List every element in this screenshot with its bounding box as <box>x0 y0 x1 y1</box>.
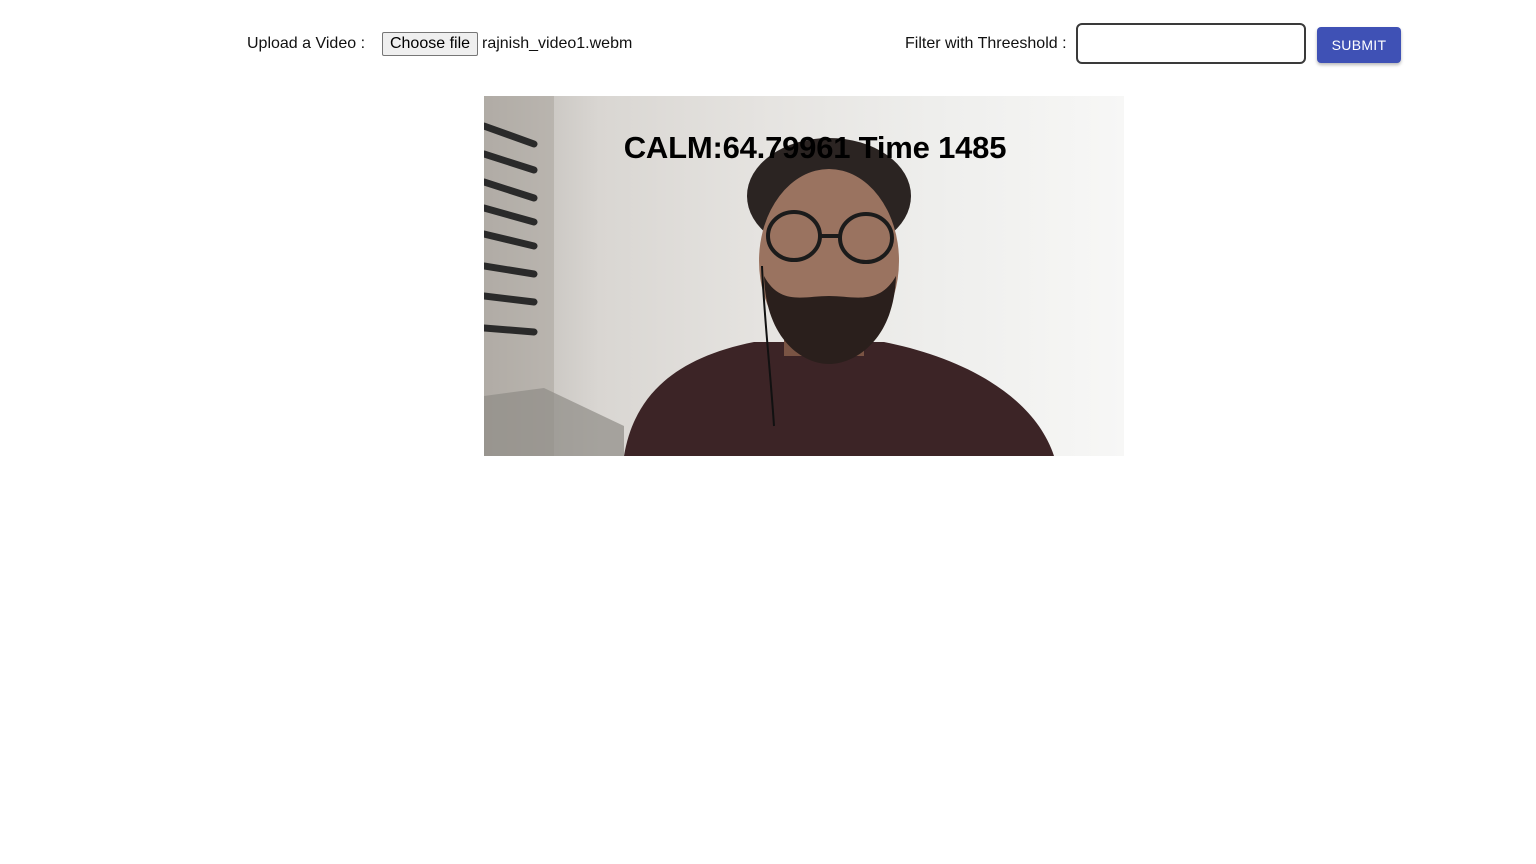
emotion-overlay-text: CALM:64.79961 Time 1485 <box>623 130 1007 165</box>
choose-file-button[interactable]: Choose file <box>382 32 478 56</box>
video-player[interactable]: CALM:64.79961 Time 1485 <box>484 96 1124 456</box>
upload-video-label: Upload a Video : <box>247 35 366 52</box>
selected-file-name: rajnish_video1.webm <box>482 35 633 52</box>
threshold-filter-label: Filter with Threeshold : <box>905 35 1067 52</box>
submit-button[interactable]: SUBMIT <box>1317 27 1401 63</box>
page: Upload a Video : Choose file rajnish_vid… <box>0 0 1536 864</box>
threshold-input[interactable] <box>1076 23 1306 64</box>
